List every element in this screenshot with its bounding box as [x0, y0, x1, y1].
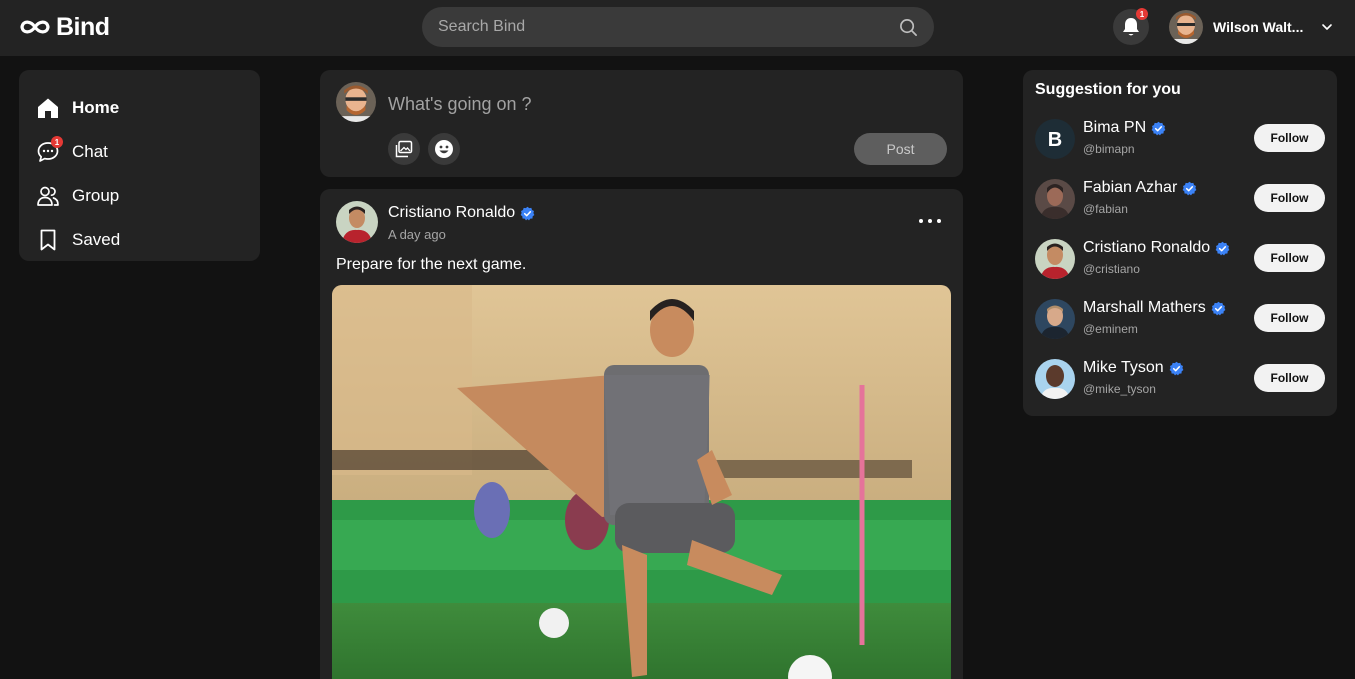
home-icon — [38, 98, 58, 118]
post-timestamp: A day ago — [388, 227, 446, 242]
post-image[interactable] — [332, 285, 951, 679]
follow-button[interactable]: Follow — [1254, 364, 1325, 392]
notification-badge: 1 — [1136, 8, 1148, 20]
suggestion-item: Marshall Mathers @eminem Follow — [1035, 299, 1325, 339]
more-options-button[interactable] — [919, 213, 941, 229]
suggestion-name-line: Mike Tyson — [1083, 359, 1184, 377]
suggestion-name[interactable]: Marshall Mathers — [1083, 299, 1206, 317]
sidebar-item-label: Chat — [72, 142, 108, 161]
image-icon — [395, 140, 413, 158]
suggestion-name-line: Marshall Mathers — [1083, 299, 1226, 317]
chevron-down-icon[interactable] — [1321, 21, 1333, 33]
add-emoji-button[interactable] — [428, 133, 460, 165]
post-button[interactable]: Post — [854, 133, 947, 165]
suggestion-item: Fabian Azhar @fabian Follow — [1035, 179, 1325, 219]
suggestion-item: B Bima PN @bimapn Follow — [1035, 119, 1325, 159]
bookmark-icon — [40, 229, 56, 251]
follow-button[interactable]: Follow — [1254, 244, 1325, 272]
suggestion-avatar[interactable] — [1035, 239, 1075, 279]
post-text: Prepare for the next game. — [336, 256, 527, 273]
search-bar — [422, 7, 934, 47]
verified-badge-icon — [1211, 301, 1226, 315]
suggestion-avatar[interactable] — [1035, 179, 1075, 219]
sidebar: Home 1 Chat Group Saved — [19, 70, 260, 261]
verified-badge-icon — [520, 206, 535, 220]
follow-button[interactable]: Follow — [1254, 124, 1325, 152]
post-author-name[interactable]: Cristiano Ronaldo — [388, 204, 515, 222]
chat-badge: 1 — [51, 136, 63, 148]
sidebar-item-label: Group — [72, 186, 120, 205]
suggestion-name[interactable]: Bima PN — [1083, 119, 1146, 137]
user-avatar — [1169, 10, 1203, 44]
follow-button[interactable]: Follow — [1254, 304, 1325, 332]
suggestion-handle: @fabian — [1083, 202, 1128, 216]
suggestion-name-line: Cristiano Ronaldo — [1083, 239, 1230, 257]
group-icon — [37, 186, 59, 206]
suggestion-handle: @mike_tyson — [1083, 382, 1156, 396]
post-composer: Post — [320, 70, 963, 177]
suggestion-avatar[interactable] — [1035, 359, 1075, 399]
profile-menu[interactable]: Wilson Walt... — [1169, 9, 1333, 45]
suggestion-name[interactable]: Mike Tyson — [1083, 359, 1164, 377]
add-photo-button[interactable] — [388, 133, 420, 165]
dot-icon — [937, 219, 941, 223]
suggestion-handle: @eminem — [1083, 322, 1138, 336]
composer-avatar — [336, 82, 376, 122]
user-name: Wilson Walt... — [1213, 19, 1304, 35]
bell-icon — [1123, 18, 1139, 36]
suggestions-panel: Suggestion for you B Bima PN @bimapn Fol… — [1023, 70, 1337, 416]
suggestion-handle: @bimapn — [1083, 142, 1135, 156]
suggestion-name-line: Fabian Azhar — [1083, 179, 1197, 197]
verified-badge-icon — [1169, 361, 1183, 375]
app-logo[interactable]: Bind — [18, 12, 110, 42]
verified-badge-icon — [1182, 181, 1197, 195]
svg-text:B: B — [1048, 129, 1062, 151]
verified-badge-icon — [1151, 121, 1166, 135]
chat-icon: 1 — [36, 136, 63, 164]
suggestion-name[interactable]: Cristiano Ronaldo — [1083, 239, 1210, 257]
sidebar-item-saved[interactable]: Saved — [19, 218, 260, 262]
suggestion-item: Mike Tyson @mike_tyson Follow — [1035, 359, 1325, 399]
emoji-icon — [435, 140, 453, 158]
suggestion-avatar[interactable] — [1035, 299, 1075, 339]
sidebar-item-home[interactable]: Home — [19, 86, 260, 130]
infinity-logo-icon — [20, 20, 50, 34]
suggestion-name-line: Bima PN — [1083, 119, 1166, 137]
top-bar: Bind 1 Wilson Walt... — [0, 0, 1355, 56]
follow-button[interactable]: Follow — [1254, 184, 1325, 212]
notifications-button[interactable]: 1 — [1113, 8, 1149, 45]
search-icon[interactable] — [899, 18, 918, 37]
suggestions-title: Suggestion for you — [1035, 81, 1181, 98]
verified-badge-icon — [1215, 241, 1230, 255]
app-name: Bind — [56, 12, 110, 41]
suggestion-name[interactable]: Fabian Azhar — [1083, 179, 1177, 197]
feed-post: Cristiano Ronaldo A day ago Prepare for … — [320, 189, 963, 679]
dot-icon — [919, 219, 923, 223]
sidebar-item-label: Saved — [72, 230, 121, 249]
sidebar-item-chat[interactable]: 1 Chat — [19, 130, 260, 174]
suggestion-handle: @cristiano — [1083, 262, 1140, 276]
post-author-line: Cristiano Ronaldo — [388, 204, 535, 222]
sidebar-item-group[interactable]: Group — [19, 174, 260, 218]
sidebar-item-label: Home — [72, 98, 120, 117]
post-author-avatar[interactable] — [336, 201, 378, 243]
search-input[interactable] — [422, 7, 934, 47]
suggestion-avatar[interactable]: B — [1035, 119, 1075, 159]
composer-input[interactable] — [388, 88, 808, 120]
dot-icon — [928, 219, 932, 223]
suggestion-item: Cristiano Ronaldo @cristiano Follow — [1035, 239, 1325, 279]
